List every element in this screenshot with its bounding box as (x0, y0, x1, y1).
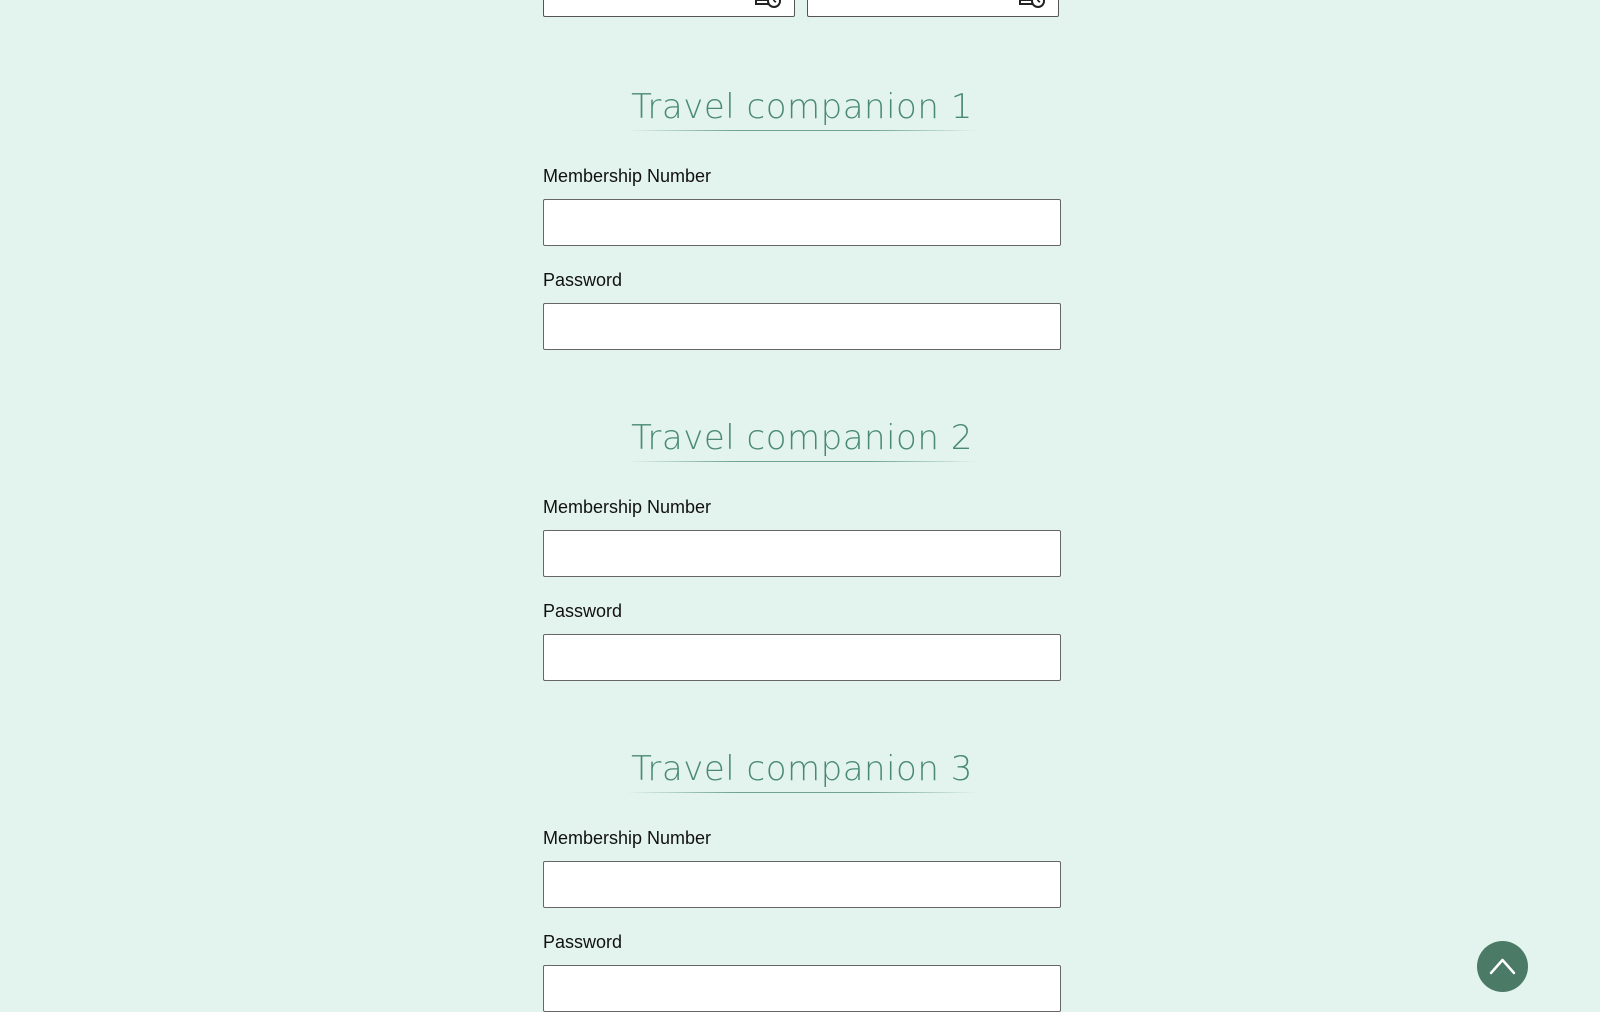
datetime-input-1[interactable] (543, 0, 795, 17)
password-input[interactable] (543, 965, 1061, 1012)
section-title: Travel companion 2 (631, 418, 973, 458)
title-divider (627, 130, 977, 131)
membership-number-input[interactable] (543, 861, 1061, 908)
membership-number-label: Membership Number (543, 166, 712, 186)
section-title: Travel companion 3 (631, 749, 973, 789)
password-label: Password (543, 932, 623, 952)
datetime-input-2[interactable] (807, 0, 1059, 17)
membership-number-input[interactable] (543, 530, 1061, 577)
calendar-clock-icon[interactable] (754, 0, 782, 8)
title-divider (627, 461, 977, 462)
calendar-clock-icon[interactable] (1018, 0, 1046, 8)
section-title: Travel companion 1 (631, 87, 973, 127)
password-label: Password (543, 601, 623, 621)
password-label: Password (543, 270, 623, 290)
back-to-top-button[interactable] (1477, 941, 1528, 992)
membership-number-label: Membership Number (543, 497, 712, 517)
datetime-row (543, 0, 1061, 19)
password-input[interactable] (543, 634, 1061, 681)
password-input[interactable] (543, 303, 1061, 350)
title-divider (627, 792, 977, 793)
chevron-up-icon (1489, 958, 1516, 975)
membership-number-label: Membership Number (543, 828, 712, 848)
membership-number-input[interactable] (543, 199, 1061, 246)
